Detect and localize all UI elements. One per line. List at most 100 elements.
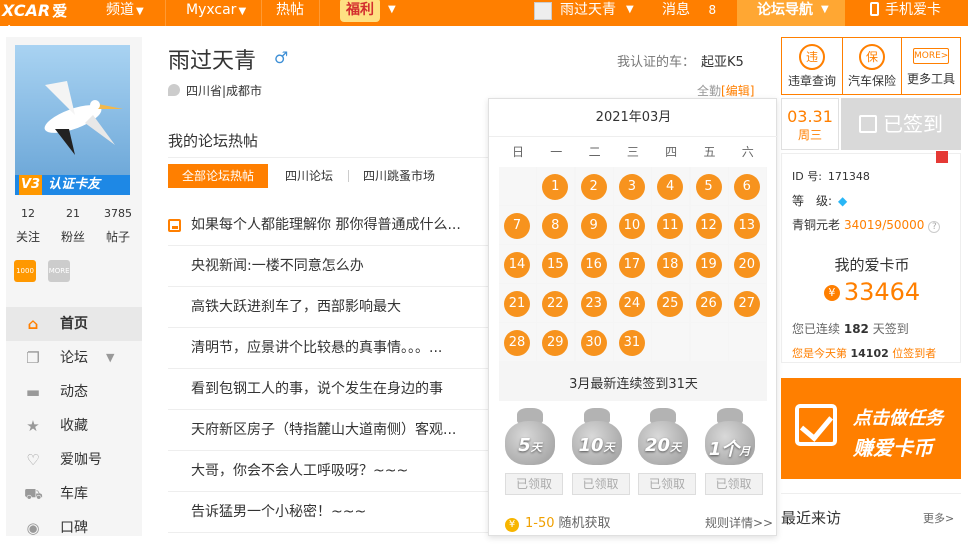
sidebar-item-home[interactable]: ⌂ 首页 xyxy=(6,307,142,341)
calendar-day-signed[interactable]: 19 xyxy=(695,252,722,278)
sidebar-item-reviews[interactable]: ◉ 口碑 xyxy=(6,511,142,545)
xcar-logo[interactable]: XCAR 爱卡 xyxy=(0,0,80,42)
calendar-day-signed[interactable]: 21 xyxy=(504,291,530,317)
pelican-image xyxy=(15,45,130,175)
calendar-day-signed[interactable]: 10 xyxy=(618,213,645,239)
stat-posts[interactable]: 3785 帖子 xyxy=(98,207,138,245)
stat-following[interactable]: 12 关注 xyxy=(8,207,48,245)
more-medals-icon[interactable]: MORE xyxy=(48,260,71,282)
calendar-cell: 6 xyxy=(728,167,766,205)
tab-sichuan-flea-market[interactable]: 四川跳蚤市场 xyxy=(363,164,435,188)
list-item[interactable]: 清明节，应景讲个比较悬的真事情。。。... xyxy=(168,328,488,369)
task-banner[interactable]: 点击做任务 赚爱卡币 xyxy=(781,378,961,479)
list-item[interactable]: 央视新闻:一楼不同意怎么办 xyxy=(168,246,488,287)
tool-more[interactable]: MORE> 更多工具 xyxy=(901,38,961,94)
calendar-grid: 1 2 3 4 5 6 7 8 9 10 11 12 13 14 15 16 17 18 19 20 21 22 23 24 2… xyxy=(499,167,767,401)
calendar-day-signed[interactable]: 9 xyxy=(580,213,607,239)
calendar-day-signed[interactable]: 2 xyxy=(580,174,607,200)
sidebar-item-label: 动态 xyxy=(60,384,88,400)
rules-link[interactable]: 规则详情>> xyxy=(705,514,773,531)
calendar-day-signed[interactable]: 17 xyxy=(618,252,645,278)
list-item[interactable]: 大哥，你会不会人工呼吸呀？~~~ xyxy=(168,451,488,492)
list-item[interactable]: 高铁大跃进刹车了，西部影响最大 xyxy=(168,287,488,328)
calendar-day-signed[interactable]: 16 xyxy=(580,252,607,278)
reward-bag-icon: 10天 xyxy=(568,405,626,467)
reward-num: 20 xyxy=(644,435,671,456)
calendar-day-signed[interactable]: 11 xyxy=(657,213,684,239)
calendar-day-signed[interactable]: 6 xyxy=(733,174,760,200)
sidebar-item-forum[interactable]: ❐ 论坛 ▼ xyxy=(6,341,142,375)
medal-1000-icon[interactable]: 1000 xyxy=(14,260,36,282)
nav-myxcar[interactable]: Myxcar ▼ xyxy=(186,0,246,26)
calendar-day-signed[interactable]: 25 xyxy=(657,291,684,317)
messages-link[interactable]: 消息 8 xyxy=(662,0,716,26)
banner-line1: 点击做任务 xyxy=(853,408,943,429)
calendar-day-signed[interactable]: 13 xyxy=(733,213,760,239)
calendar-day-signed[interactable]: 18 xyxy=(657,252,684,278)
calendar-day-signed[interactable]: 30 xyxy=(580,330,607,356)
weekday-label: 三 xyxy=(626,145,639,159)
calendar-day-signed[interactable]: 14 xyxy=(504,252,530,278)
sidebar-item-favorites[interactable]: ★ 收藏 xyxy=(6,409,142,443)
calendar-day-signed[interactable]: 8 xyxy=(542,213,569,239)
reward-label: 5天 xyxy=(501,435,559,456)
signed-in-button[interactable]: 已签到 xyxy=(841,98,961,150)
claimed-button[interactable]: 已领取 xyxy=(704,473,763,495)
weekday-label: 四 xyxy=(665,145,678,159)
calendar-day-signed[interactable]: 24 xyxy=(618,291,645,317)
account-info-panel: ID 号: 171348 等 级: ◆ 青铜元老 34019/50000? 我的爱卡币… xyxy=(781,151,961,363)
calendar-day-signed[interactable]: 15 xyxy=(542,252,569,278)
calendar-day-signed[interactable]: 3 xyxy=(618,174,645,200)
tab-sichuan-forum[interactable]: 四川论坛 xyxy=(285,164,333,188)
calendar-day-signed[interactable]: 27 xyxy=(733,291,760,317)
verified-car-value[interactable]: 起亚K5 xyxy=(701,55,744,70)
stat-fans[interactable]: 21 粉丝 xyxy=(53,207,93,245)
calendar-day-signed[interactable]: 26 xyxy=(695,291,722,317)
forum-nav-menu[interactable]: 论坛导航 ▼ xyxy=(737,0,845,26)
calendar-day-signed[interactable]: 12 xyxy=(695,213,722,239)
calendar-day-signed[interactable]: 31 xyxy=(618,330,645,356)
nav-hot-posts[interactable]: 热帖 xyxy=(276,0,304,26)
user-menu[interactable]: 雨过天青 ▼ xyxy=(528,0,646,26)
tab-all-hot-posts[interactable]: 全部论坛热帖 xyxy=(168,164,269,188)
list-item[interactable]: 如果每个人都能理解你 那你得普通成什么... xyxy=(168,205,488,246)
sidebar-item-label: 论坛 xyxy=(60,350,88,366)
list-item[interactable]: 看到包钢工人的事，说个发生在身边的事 xyxy=(168,369,488,410)
claimed-button[interactable]: 已领取 xyxy=(505,473,563,495)
calendar-day-signed[interactable]: 28 xyxy=(504,330,530,356)
claimed-button[interactable]: 已领取 xyxy=(571,473,630,495)
verified-car: 我认证的车： 起亚K5 xyxy=(617,51,744,70)
verified-label: 认证卡友 xyxy=(48,177,101,192)
tool-violation-query[interactable]: 违 违章查询 xyxy=(782,38,842,94)
calendar-cell: 23 xyxy=(575,284,613,322)
copper-value: 34019/50000 xyxy=(844,218,925,232)
tool-label: 更多工具 xyxy=(906,72,955,86)
stat-label: 帖子 xyxy=(105,230,130,244)
sidebar-item-activity[interactable]: ▬ 动态 xyxy=(6,375,142,409)
calendar-cell: 5 xyxy=(690,167,728,205)
sidebar-item-aika[interactable]: ♡ 爱咖号 xyxy=(6,443,142,477)
list-item[interactable]: 天府新区房子（特指麓山大道南侧）客观... xyxy=(168,410,488,451)
calendar-day-signed[interactable]: 1 xyxy=(542,174,569,200)
list-item[interactable]: 告诉猛男一个小秘密！~~~ xyxy=(168,492,488,533)
calendar-day-signed[interactable]: 23 xyxy=(580,291,607,317)
calendar-day-signed[interactable]: 7 xyxy=(504,213,530,239)
sidebar-item-garage[interactable]: ⛟ 车库 xyxy=(6,477,142,511)
top-navigation-bar: XCAR 爱卡 频道 ▼ Myxcar ▼ 热帖 福利 ▼ 雨过天青 ▼ 消息 8 论… xyxy=(0,0,968,42)
recent-more-link[interactable]: 更多> xyxy=(923,510,954,526)
calendar-day-signed[interactable]: 5 xyxy=(695,174,722,200)
edit-link[interactable]: [编辑] xyxy=(721,84,754,98)
help-icon[interactable]: ? xyxy=(928,221,941,233)
calendar-day-signed[interactable]: 22 xyxy=(542,291,569,317)
mobile-xcar-link[interactable]: 手机爱卡 xyxy=(870,0,941,26)
calendar-day-signed[interactable]: 29 xyxy=(542,330,569,356)
level-badge: V3 xyxy=(19,175,43,195)
nav-channel[interactable]: 频道 ▼ xyxy=(106,0,144,26)
profile-avatar[interactable]: V3 认证卡友 xyxy=(15,45,130,195)
tool-car-insurance[interactable]: 保 汽车保险 xyxy=(842,38,902,94)
claimed-button[interactable]: 已领取 xyxy=(638,473,696,495)
calendar-day-signed[interactable]: 20 xyxy=(733,252,760,278)
coin-icon: ¥ xyxy=(823,285,840,301)
nav-welfare[interactable]: 福利 ▼ xyxy=(320,0,400,26)
calendar-day-signed[interactable]: 4 xyxy=(657,174,684,200)
